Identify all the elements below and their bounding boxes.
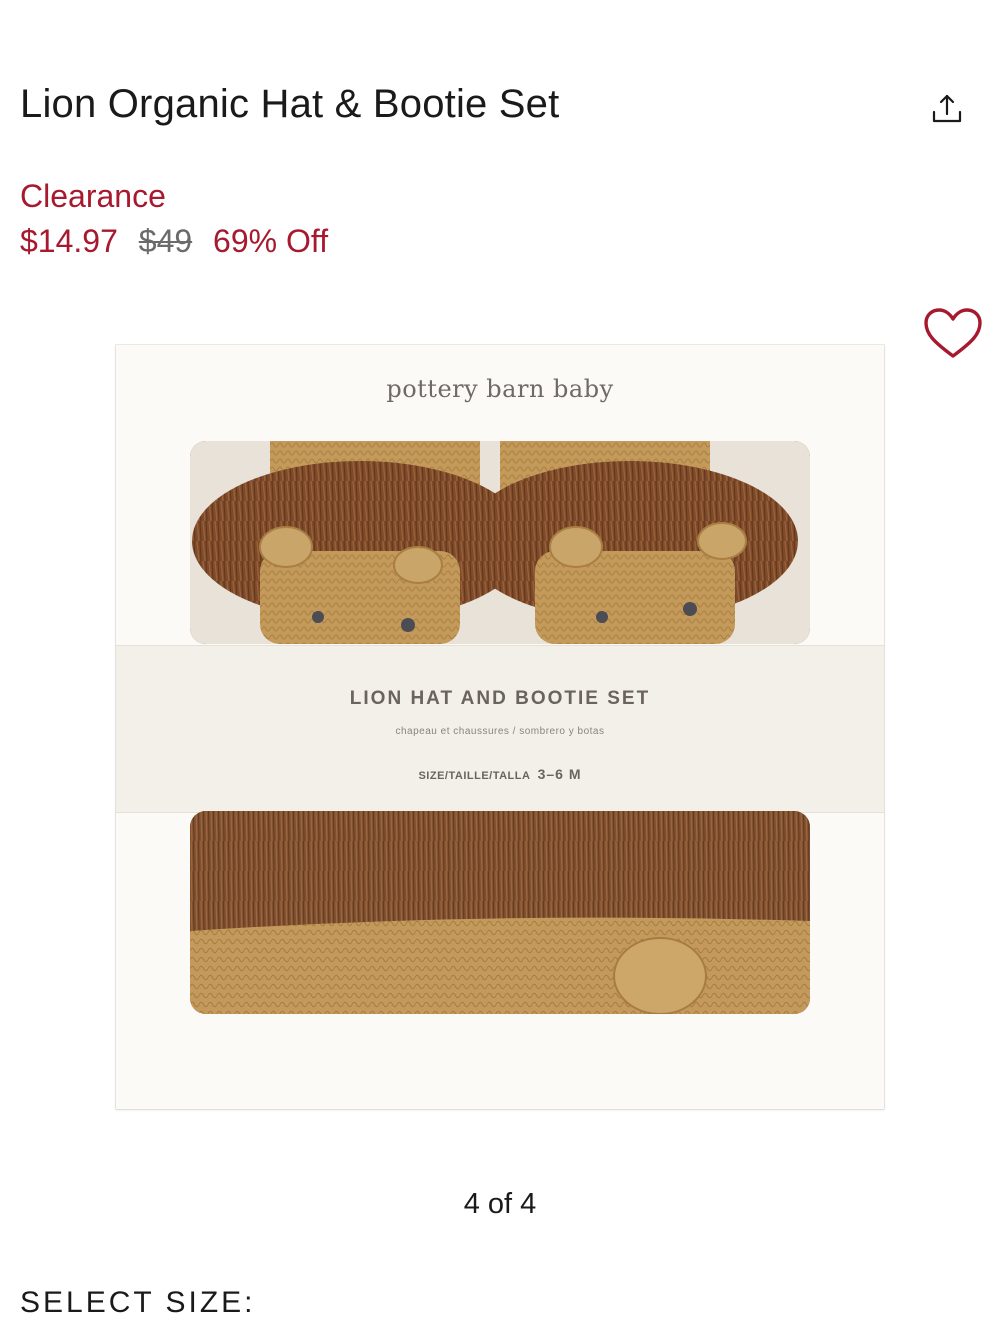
package-title: LION HAT AND BOOTIE SET	[349, 688, 651, 709]
discount-label: 69% Off	[213, 223, 329, 259]
booties-window	[190, 441, 810, 644]
package-size: SIZE/TAILLE/TALLA 3–6 M	[116, 766, 884, 782]
heart-icon	[924, 308, 982, 358]
hat-window	[190, 811, 810, 1014]
original-price: $49	[138, 223, 193, 259]
package-size-value: 3–6 M	[537, 766, 582, 782]
price-row: $14.97 $49 69% Off	[20, 220, 340, 262]
favorite-button[interactable]	[922, 306, 984, 362]
package-subtitle: chapeau et chaussures / sombrero y botas	[395, 726, 605, 737]
hat-illustration	[190, 811, 810, 1014]
gallery-pager: 4 of 4	[463, 1188, 537, 1220]
sale-price: $14.97	[20, 223, 118, 259]
share-icon	[932, 94, 962, 123]
product-image[interactable]: pottery barn baby LION HAT AND BOOTIE SE…	[116, 345, 884, 1109]
package-size-label: SIZE/TAILLE/TALLA	[418, 770, 531, 782]
clearance-badge: Clearance	[20, 178, 166, 214]
booties-illustration	[190, 441, 810, 644]
product-title: Lion Organic Hat & Bootie Set	[20, 82, 560, 126]
share-button[interactable]	[926, 88, 968, 130]
brand-logo: pottery barn baby	[386, 375, 614, 403]
product-page: Lion Organic Hat & Bootie Set Clearance …	[0, 0, 1000, 1333]
package-label-band: LION HAT AND BOOTIE SET chapeau et chaus…	[116, 645, 884, 813]
select-size-label: SELECT SIZE:	[20, 1286, 256, 1319]
